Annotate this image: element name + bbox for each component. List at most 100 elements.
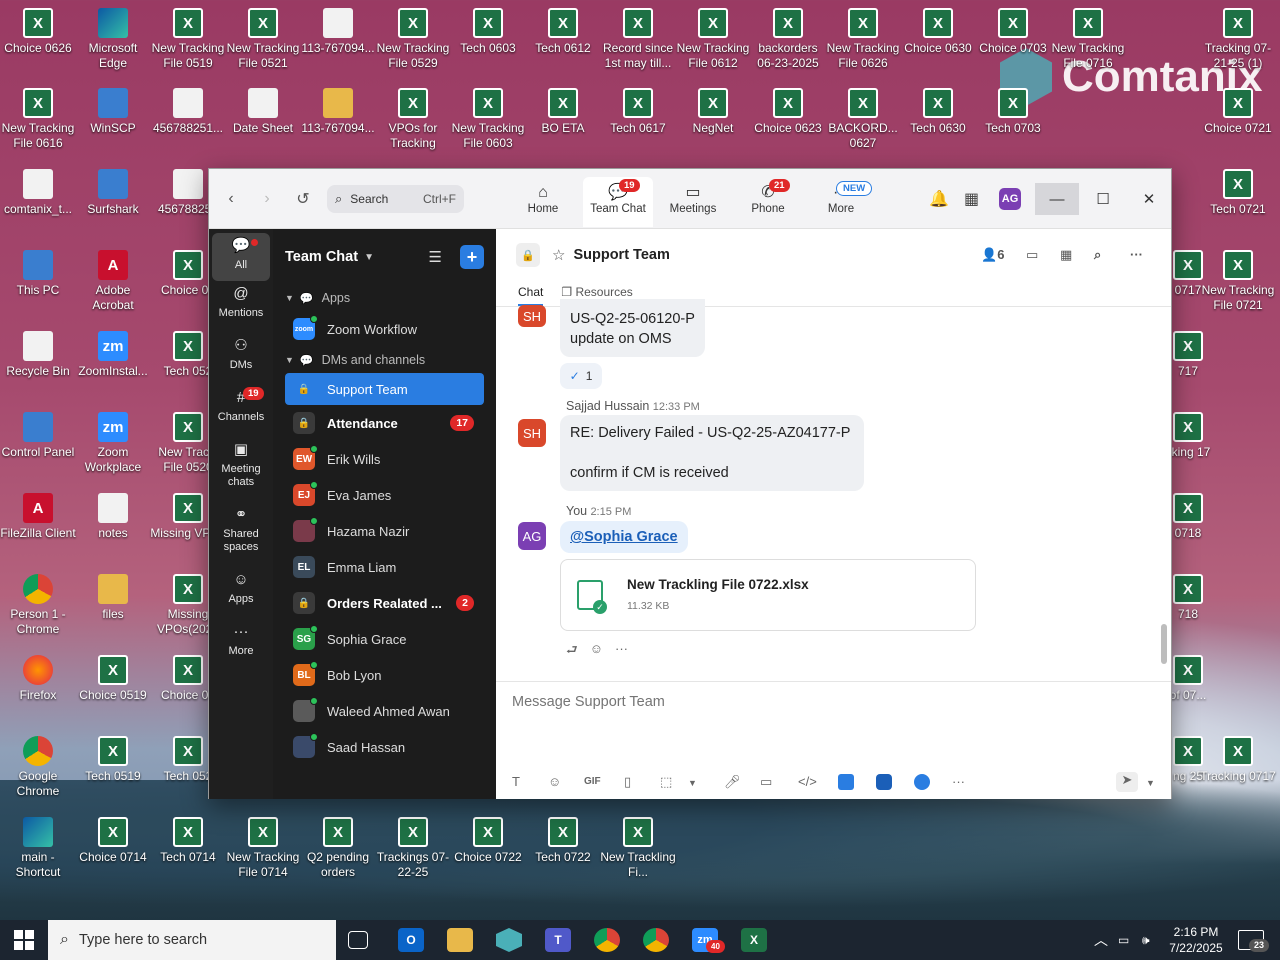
desktop-icon[interactable]: Recycle Bin (0, 331, 76, 379)
desktop-icon[interactable]: X VPOs for Tracking (375, 88, 451, 151)
file-icon[interactable]: ▯ (624, 774, 631, 790)
desktop-icon[interactable]: Surfshark (75, 169, 151, 217)
desktop-icon[interactable]: X Tracking 0717 (1200, 736, 1276, 784)
desktop-icon[interactable]: X Q2 pending orders (300, 817, 376, 880)
chrome-icon[interactable] (594, 928, 620, 952)
desktop-icon[interactable]: X Choice 0721 (1200, 88, 1276, 136)
list-item[interactable]: EW Erik Wills (273, 441, 496, 477)
list-item[interactable]: SG Sophia Grace (273, 621, 496, 657)
windows-start-icon[interactable] (14, 930, 34, 950)
desktop-icon[interactable]: Control Panel (0, 412, 76, 460)
send-icon[interactable]: ➤ (1116, 772, 1138, 792)
panel-title[interactable]: Team Chat (285, 249, 358, 265)
desktop-icon[interactable]: X Choice 0722 (450, 817, 526, 865)
back-arrow-icon[interactable]: ‹ (221, 189, 241, 209)
volume-icon[interactable]: 🕪︎ (1142, 932, 1150, 948)
tab-chat[interactable]: Chat (518, 281, 544, 306)
desktop-icon[interactable]: Person 1 - Chrome (0, 574, 76, 637)
desktop-icon[interactable]: X New Tracking File 0616 (0, 88, 76, 151)
list-item[interactable]: EL Emma Liam (273, 549, 496, 585)
tab-team-chat[interactable]: 💬 Team Chat 19 (583, 177, 653, 227)
more-options-icon[interactable]: ··· (952, 774, 965, 789)
rail-more[interactable]: ··· More (209, 619, 273, 671)
rail-channels[interactable]: # Channels 19 (209, 385, 273, 437)
desktop-icon[interactable]: X Tech 0722 (525, 817, 601, 865)
desktop-icon[interactable]: X Tech 0714 (150, 817, 226, 865)
avatar[interactable]: SH (518, 419, 546, 447)
app-icon-3[interactable] (914, 774, 930, 790)
desktop-icon[interactable]: X Record since 1st may till... (600, 8, 676, 71)
desktop-icon[interactable]: main - Shortcut (0, 817, 76, 880)
desktop-icon[interactable]: X Tracking 07-21-25 (1) (1200, 8, 1276, 71)
desktop-icon[interactable]: X Tech 0603 (450, 8, 526, 56)
desktop-icon[interactable]: X New Tracking File 0626 (825, 8, 901, 71)
members-button[interactable]: 👤6 (981, 247, 1004, 263)
desktop-icon[interactable]: X New Tracking File 0529 (375, 8, 451, 71)
desktop-icon[interactable]: X Choice 0703 (975, 8, 1051, 56)
close-button[interactable]: ✕ (1127, 183, 1171, 215)
desktop-icon[interactable]: X New Tracking File 0721 (1200, 250, 1276, 313)
rail-all[interactable]: 💬 All (212, 233, 270, 281)
desktop-icon[interactable]: Microsoft Edge (75, 8, 151, 71)
list-item[interactable]: EJ Eva James (273, 477, 496, 513)
desktop-icon[interactable]: 113-767094... (300, 88, 376, 136)
video-message-icon[interactable]: ▭ (760, 774, 772, 790)
new-chat-button[interactable]: + (460, 245, 484, 269)
chevron-down-icon[interactable]: ▼ (1146, 778, 1155, 788)
list-item[interactable]: 🔒 Attendance 17 (273, 405, 496, 441)
desktop-icon[interactable]: A FileZilla Client (0, 493, 76, 541)
rail-shared-spaces[interactable]: ⚭ Shared spaces (209, 502, 273, 567)
desktop-icon[interactable]: X New Tracking File 0603 (450, 88, 526, 151)
rail-mentions[interactable]: @ Mentions (209, 281, 273, 333)
desktop-icon[interactable]: X Choice 0714 (75, 817, 151, 865)
desktop-icon[interactable]: zm Zoom Workplace (75, 412, 151, 475)
desktop-icon[interactable]: X New Trackling Fi... (600, 817, 676, 880)
scrollbar-thumb[interactable] (1161, 624, 1167, 664)
desktop-icon[interactable]: Date Sheet (225, 88, 301, 136)
excel-icon[interactable]: X (741, 928, 767, 952)
maximize-button[interactable]: ☐ (1081, 183, 1125, 215)
desktop-icon[interactable]: comtanix_t... (0, 169, 76, 217)
desktop-icon[interactable]: X New Tracking File 0519 (150, 8, 226, 71)
search-icon[interactable]: ⌕ (1094, 247, 1101, 263)
avatar[interactable]: SH (518, 305, 546, 327)
desktop-icon[interactable]: 456788251... (150, 88, 226, 136)
section-dms-channels[interactable]: ▼ 💬 DMs and channels (273, 347, 496, 373)
desktop-icon[interactable]: X Tech 0617 (600, 88, 676, 136)
rail-meeting-chats[interactable]: ▣ Meeting chats (209, 437, 273, 502)
chevron-down-icon[interactable]: ▼ (688, 778, 697, 788)
history-icon[interactable]: ↺ (293, 189, 313, 209)
desktop-icon[interactable]: X NegNet (675, 88, 751, 136)
file-explorer-icon[interactable] (447, 928, 473, 952)
text-format-icon[interactable]: T (512, 774, 520, 789)
list-item[interactable]: Hazama Nazir (273, 513, 496, 549)
message-input[interactable] (512, 690, 1152, 714)
calendar-icon[interactable]: ▦ (1060, 247, 1072, 263)
tab-meetings[interactable]: ▭ Meetings (658, 177, 728, 227)
app-icon-1[interactable] (838, 774, 854, 790)
desktop-icon[interactable]: 113-767094... (300, 8, 376, 56)
desktop-icon[interactable]: X Tech 0519 (75, 736, 151, 784)
outlook-icon[interactable]: O (398, 928, 424, 952)
notifications-icon[interactable]: 23 (1238, 930, 1270, 952)
list-item-zoom-workflow[interactable]: zoom Zoom Workflow (273, 311, 496, 347)
network-icon[interactable]: ▭ (1118, 932, 1129, 948)
desktop-icon[interactable]: X New Tracking File 0612 (675, 8, 751, 71)
search-box[interactable]: ⌕ Search Ctrl+F (327, 185, 464, 213)
gif-icon[interactable]: GIF (584, 776, 601, 787)
avatar[interactable]: AG (518, 522, 546, 550)
desktop-icon[interactable]: X Tech 0630 (900, 88, 976, 136)
zoom-taskbar-icon[interactable]: zm 40 (692, 928, 725, 953)
desktop-icon[interactable]: X Choice 0630 (900, 8, 976, 56)
desktop-icon[interactable]: X BO ETA (525, 88, 601, 136)
list-item[interactable]: 🔒 Orders Realated ... 2 (273, 585, 496, 621)
clock[interactable]: 2:16 PM 7/22/2025 (1166, 924, 1226, 956)
chrome-profile-icon[interactable] (643, 928, 669, 952)
desktop-icon[interactable]: zm ZoomInstal... (75, 331, 151, 379)
emoji-icon[interactable]: ☺ (548, 774, 561, 789)
bell-icon[interactable]: 🔔 (929, 189, 949, 209)
desktop-icon[interactable]: X Tech 0721 (1200, 169, 1276, 217)
reaction-chip[interactable]: ✓ 1 (560, 363, 602, 389)
list-item[interactable]: Waleed Ahmed Awan (273, 693, 496, 729)
teams-icon[interactable]: T (545, 928, 571, 952)
